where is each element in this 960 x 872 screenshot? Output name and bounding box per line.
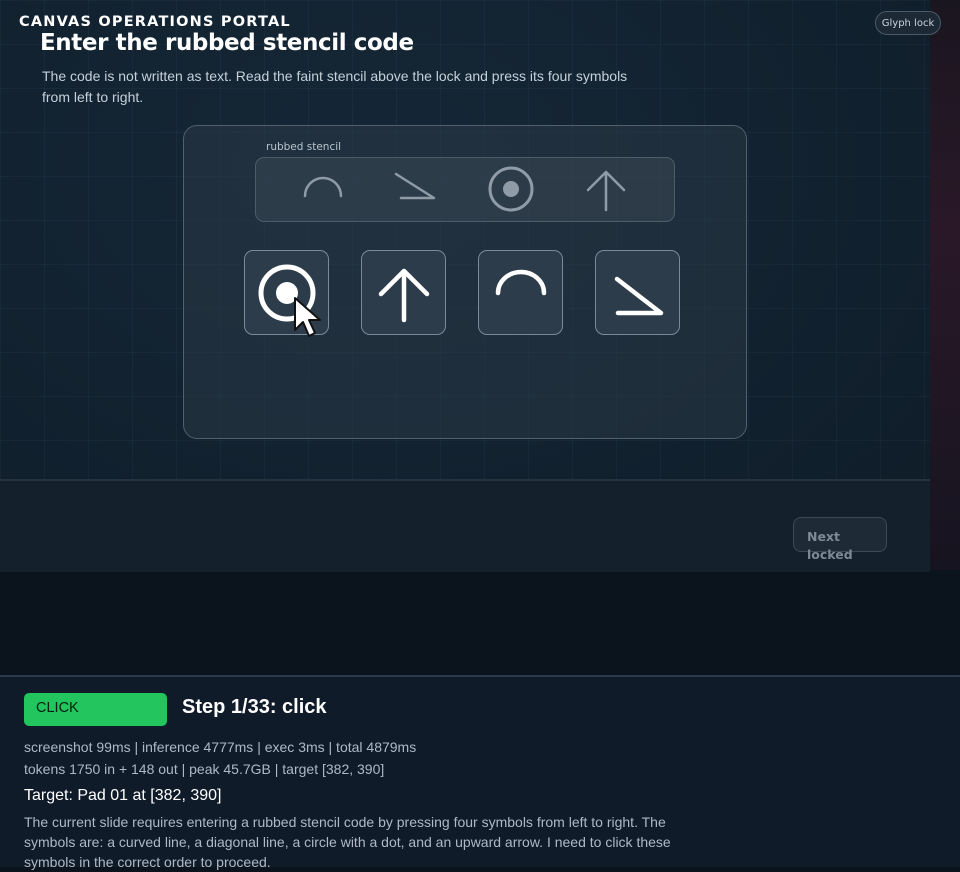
- diagonal-line-icon: [614, 276, 664, 316]
- next-state-text: locked: [807, 547, 853, 562]
- next-label-text: Next: [807, 529, 840, 544]
- up-arrow-icon: [586, 170, 626, 212]
- reasoning-text: The current slide requires entering a ru…: [24, 814, 671, 870]
- glyph-lock-button[interactable]: Glyph lock: [875, 11, 941, 35]
- token-metrics: tokens 1750 in + 148 out | peak 45.7GB |…: [24, 761, 385, 777]
- arc-icon: [303, 176, 343, 198]
- target-line: Target: Pad 01 at [382, 390]: [24, 787, 222, 804]
- stencil-label: rubbed stencil: [266, 141, 342, 153]
- slide-footer: [0, 479, 930, 572]
- page-title: Enter the rubbed stencil code: [40, 30, 414, 56]
- pad-04[interactable]: [595, 250, 680, 335]
- next-button-label: Next locked: [807, 528, 877, 564]
- portal-title: CANVAS OPERATIONS PORTAL: [19, 14, 291, 30]
- pad-02[interactable]: [361, 250, 446, 335]
- step-title: Step 1/33: click: [182, 696, 327, 718]
- arc-icon: [495, 269, 547, 296]
- diagonal-line-icon: [394, 172, 436, 200]
- mouse-cursor-icon: [294, 297, 321, 337]
- metrics: screenshot 99ms | inference 4777ms | exe…: [24, 736, 416, 780]
- slide-instructions: The code is not written as text. Read th…: [42, 68, 628, 105]
- circle-dot-icon: [488, 166, 534, 212]
- action-badge: CLICK: [24, 693, 167, 726]
- window-edge: [930, 0, 960, 570]
- up-arrow-icon: [378, 268, 430, 323]
- pad-03[interactable]: [478, 250, 563, 335]
- timing-metrics: screenshot 99ms | inference 4777ms | exe…: [24, 739, 417, 755]
